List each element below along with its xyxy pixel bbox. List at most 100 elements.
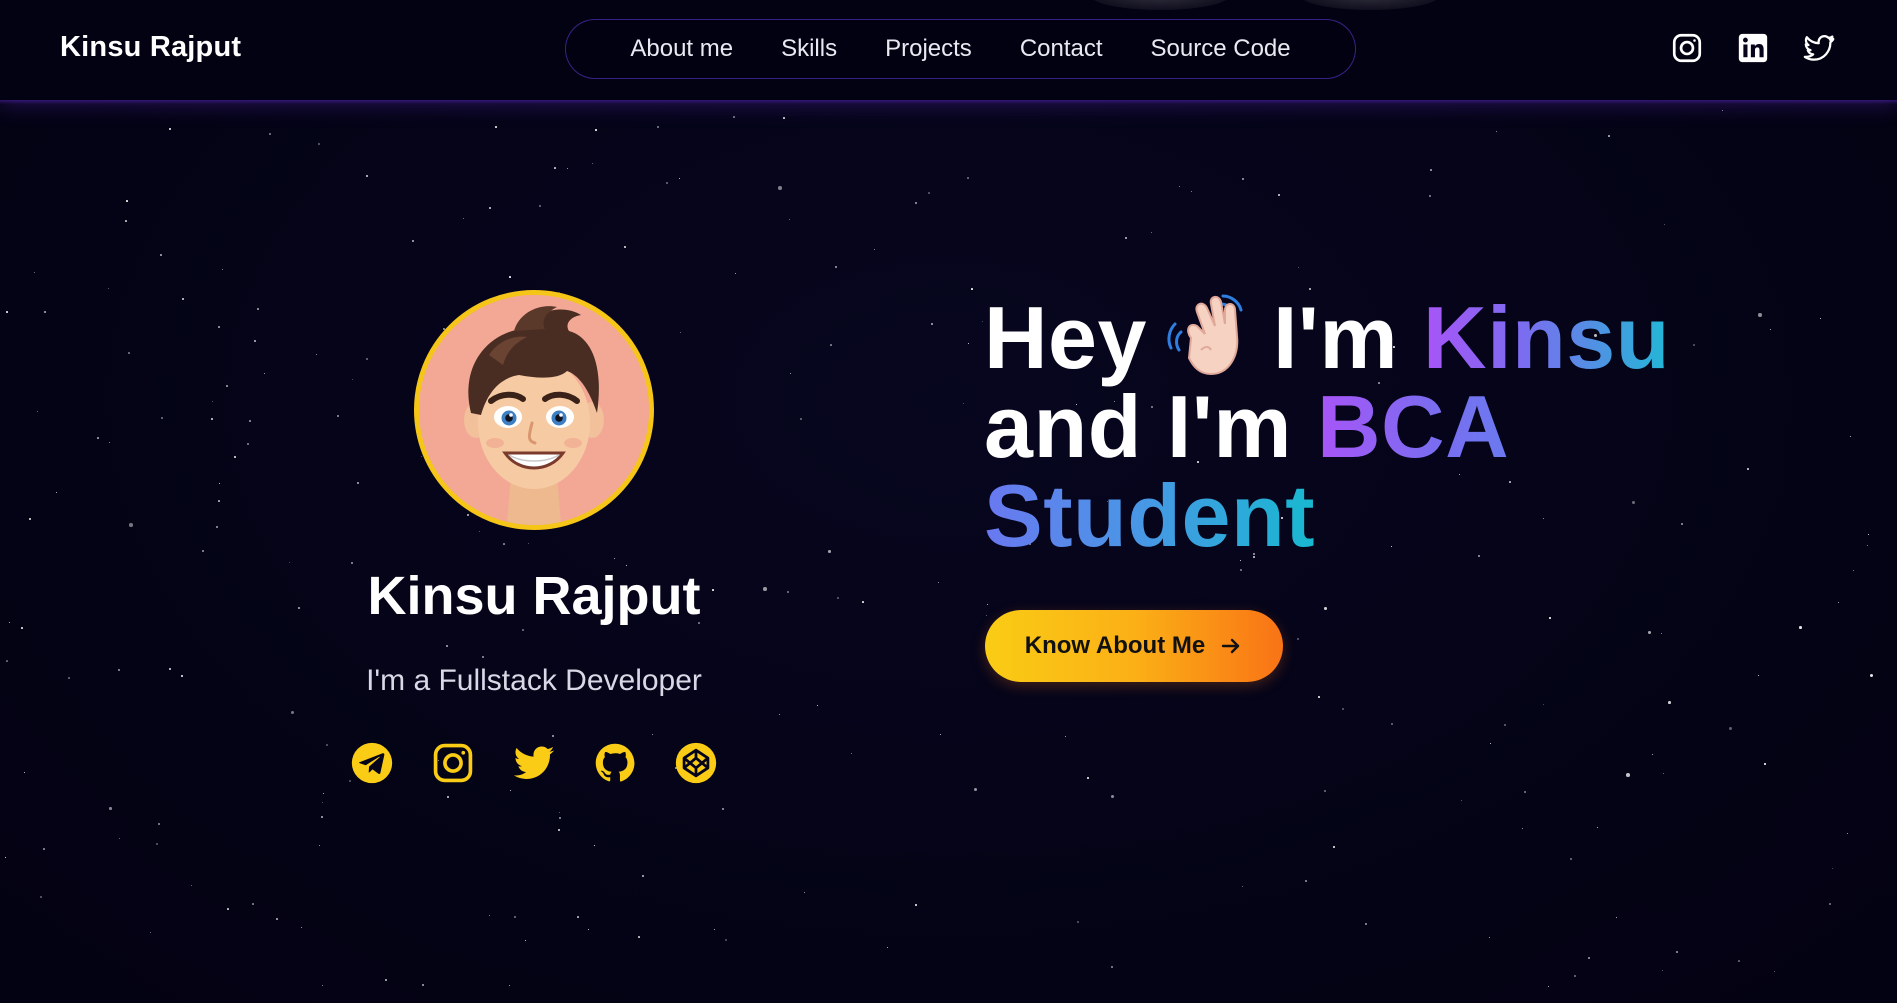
star-dot [1087,777,1089,779]
star-dot [40,896,42,898]
star-dot [1548,986,1550,988]
star-dot [37,411,39,413]
star-dot [588,929,590,931]
star-dot [1391,723,1393,725]
star-dot [1461,800,1463,802]
star-dot [301,927,303,929]
star-dot [971,288,973,290]
star-dot [385,979,387,981]
star-dot [1297,638,1299,640]
star-dot [1490,743,1492,745]
star-dot [509,985,511,987]
star-dot [1151,232,1153,234]
star-dot [1242,178,1244,180]
star-dot [234,456,236,458]
instagram-icon[interactable] [431,741,475,785]
nav-link-contact[interactable]: Contact [1020,35,1103,63]
star-dot [212,401,214,403]
star-dot [202,550,205,553]
star-dot [1626,773,1630,777]
star-dot [1832,868,1834,870]
star-dot [316,354,318,356]
know-about-me-button[interactable]: Know About Me [985,610,1283,682]
star-dot [109,807,112,810]
star-dot [181,675,183,677]
star-dot [1652,754,1654,756]
star-dot [1868,534,1870,536]
star-dot [1077,921,1079,923]
linkedin-icon[interactable] [1735,30,1771,66]
star-dot [352,379,354,381]
star-dot [763,587,767,591]
star-dot [835,266,838,269]
star-dot [559,812,561,814]
nav-glow [1300,0,1440,10]
star-dot [1179,186,1180,187]
nav-link-source-code[interactable]: Source Code [1151,35,1291,63]
star-dot [366,358,369,361]
star-dot [219,483,221,485]
telegram-icon[interactable] [350,741,394,785]
star-dot [6,311,8,313]
star-dot [567,168,569,170]
star-dot [559,817,561,819]
star-dot [357,482,360,485]
star-dot [1668,701,1671,704]
twitter-icon[interactable] [512,741,556,785]
codepen-icon[interactable] [674,741,718,785]
star-dot [1524,791,1527,794]
star-dot [514,916,516,918]
star-dot [1240,569,1242,571]
star-dot [1496,131,1498,133]
star-dot [735,273,737,275]
star-dot [510,790,512,792]
star-dot [125,220,127,222]
hero-im: I'm [1272,288,1399,387]
star-dot [1758,675,1760,677]
nav-menu: About me Skills Projects Contact Source … [565,19,1356,79]
star-dot [1430,169,1432,171]
star-dot [264,373,266,375]
star-dot [108,288,110,290]
star-dot [467,514,470,517]
star-dot [44,311,47,314]
star-dot [323,793,325,795]
star-dot [128,352,130,354]
star-dot [1853,570,1855,572]
star-dot [249,420,251,422]
star-dot [319,845,320,846]
star-dot [1738,960,1740,962]
star-dot [161,417,163,419]
star-dot [322,802,324,804]
brand-logo[interactable]: Kinsu Rajput [60,31,241,64]
star-dot [1574,975,1577,978]
star-dot [1504,724,1506,726]
star-dot [1324,607,1327,610]
nav-link-about[interactable]: About me [630,35,733,63]
star-dot [642,875,644,877]
star-dot [1870,674,1874,678]
star-dot [1543,704,1545,706]
twitter-icon[interactable] [1801,30,1837,66]
waving-hand-emoji [1161,290,1257,380]
star-dot [9,622,11,624]
star-dot [525,940,527,942]
star-dot [787,591,789,593]
hero-line-1: Hey I'm Kinsu [984,290,1864,382]
star-dot [169,128,171,130]
star-dot [218,326,220,328]
star-dot [837,597,839,599]
nav-link-projects[interactable]: Projects [885,35,972,63]
avatar [414,290,654,530]
nav-link-skills[interactable]: Skills [781,35,837,63]
star-dot [1764,763,1766,765]
star-dot [479,531,481,533]
star-dot [722,808,724,810]
instagram-icon[interactable] [1669,30,1705,66]
hero-line-3: Student [984,471,1864,560]
star-dot [1278,194,1280,196]
star-dot [594,845,596,847]
star-dot [422,984,424,986]
github-icon[interactable] [593,741,637,785]
star-dot [528,543,530,545]
